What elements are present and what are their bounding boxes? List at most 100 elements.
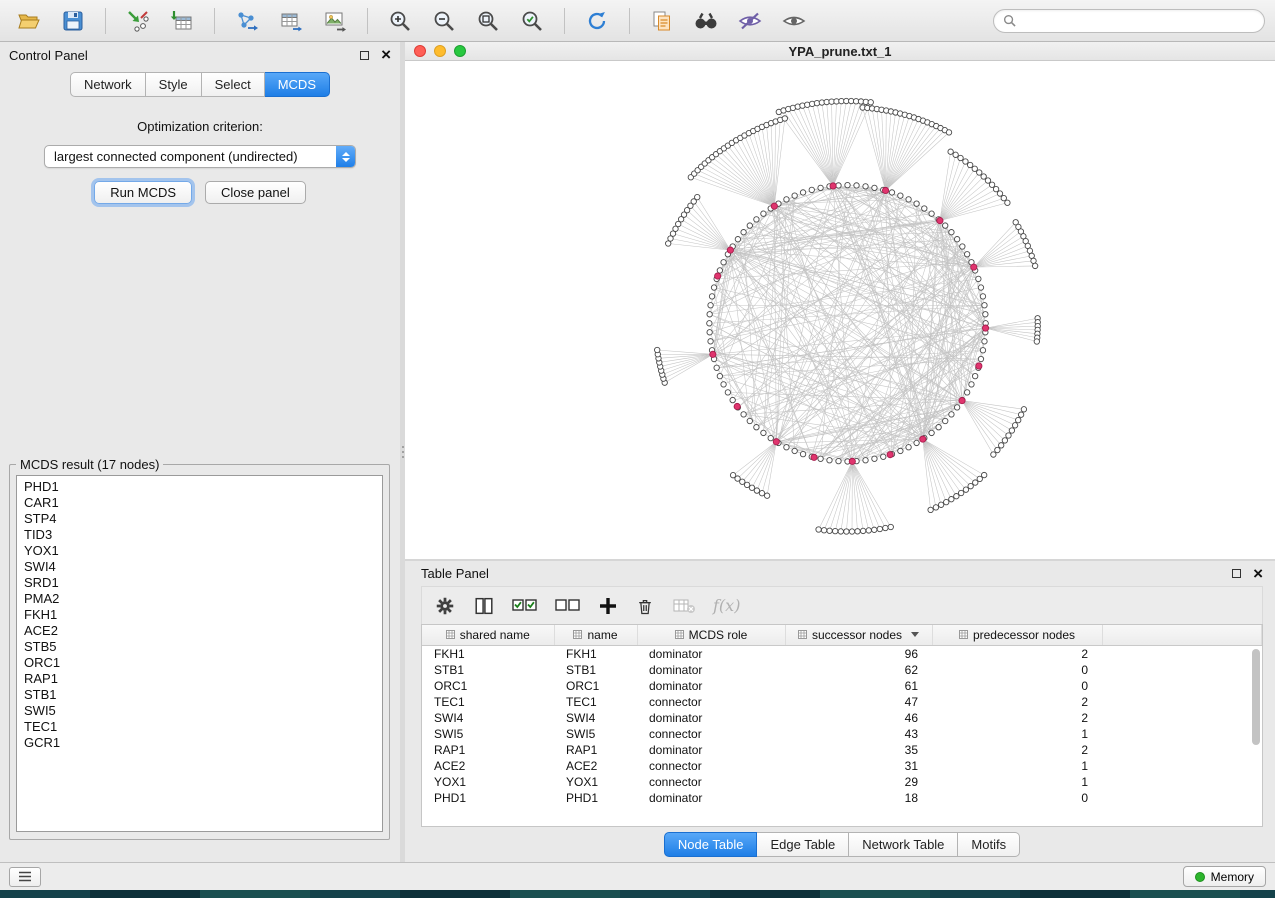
status-bar: Memory	[0, 862, 1275, 890]
column-type-icon	[573, 630, 582, 639]
table-row[interactable]: SWI4SWI4dominator462	[422, 710, 1262, 726]
mcds-result-item[interactable]: ORC1	[17, 655, 382, 671]
minimize-window-button[interactable]	[434, 45, 446, 57]
mcds-result-item[interactable]: TID3	[17, 527, 382, 543]
tab-node-table[interactable]: Node Table	[664, 832, 758, 857]
mcds-panel-content: Optimization criterion: largest connecte…	[0, 105, 400, 453]
mcds-result-item[interactable]: GCR1	[17, 735, 382, 751]
mcds-result-item[interactable]: CAR1	[17, 495, 382, 511]
export-table-button[interactable]	[272, 4, 310, 38]
right-area: YPA_prune.txt_1 Table Panel	[405, 42, 1275, 862]
select-all-rows-button[interactable]	[512, 592, 538, 620]
tab-select[interactable]: Select	[202, 72, 265, 97]
table-row[interactable]: FKH1FKH1dominator962	[422, 645, 1262, 662]
column-header-predecessor-nodes[interactable]: predecessor nodes	[932, 625, 1102, 645]
zoom-out-button[interactable]	[425, 4, 463, 38]
toolbar-separator	[629, 8, 630, 34]
close-panel-icon[interactable]: ×	[381, 49, 391, 61]
run-mcds-button[interactable]: Run MCDS	[94, 181, 192, 204]
deselect-all-rows-button[interactable]	[555, 592, 581, 620]
eye-icon	[782, 9, 806, 33]
mcds-result-item[interactable]: STB1	[17, 687, 382, 703]
table-row[interactable]: SWI5SWI5connector431	[422, 726, 1262, 742]
search-network-button[interactable]	[687, 4, 725, 38]
tab-mcds[interactable]: MCDS	[265, 72, 330, 97]
function-builder-icon[interactable]: f(x)	[713, 596, 740, 615]
control-panel: Control Panel × Network Style Select MCD…	[0, 42, 400, 862]
zoom-fit-button[interactable]	[469, 4, 507, 38]
mcds-result-item[interactable]: TEC1	[17, 719, 382, 735]
toolbar-separator	[105, 8, 106, 34]
mcds-result-item[interactable]: STB5	[17, 639, 382, 655]
tab-edge-table[interactable]: Edge Table	[757, 832, 849, 857]
tab-network[interactable]: Network	[70, 72, 146, 97]
network-graph[interactable]	[405, 61, 1275, 559]
sort-descending-icon[interactable]	[911, 632, 919, 637]
memory-label: Memory	[1211, 870, 1254, 884]
export-image-button[interactable]	[316, 4, 354, 38]
mcds-result-item[interactable]: FKH1	[17, 607, 382, 623]
mcds-result-item[interactable]: SWI5	[17, 703, 382, 719]
mcds-result-item[interactable]: STP4	[17, 511, 382, 527]
table-row[interactable]: YOX1YOX1connector291	[422, 774, 1262, 790]
close-window-button[interactable]	[414, 45, 426, 57]
table-row[interactable]: PHD1PHD1dominator180	[422, 790, 1262, 806]
export-network-button[interactable]	[228, 4, 266, 38]
save-floppy-icon	[61, 9, 85, 33]
mcds-result-item[interactable]: RAP1	[17, 671, 382, 687]
float-panel-icon[interactable]	[360, 51, 369, 60]
memory-status-icon	[1195, 872, 1205, 882]
close-panel-button[interactable]: Close panel	[205, 181, 306, 204]
show-details-button[interactable]	[775, 4, 813, 38]
network-canvas[interactable]	[405, 61, 1275, 559]
mcds-result-item[interactable]: SRD1	[17, 575, 382, 591]
mcds-result-list[interactable]: PHD1CAR1STP4TID3YOX1SWI4SRD1PMA2FKH1ACE2…	[16, 475, 383, 832]
zoom-in-icon	[388, 9, 412, 33]
table-settings-button[interactable]	[434, 592, 456, 620]
maximize-window-button[interactable]	[454, 45, 466, 57]
zoom-selected-button[interactable]	[513, 4, 551, 38]
search-icon	[1003, 14, 1016, 27]
table-row[interactable]: ORC1ORC1dominator610	[422, 678, 1262, 694]
control-panel-header: Control Panel ×	[0, 42, 400, 68]
table-scrollbar-thumb[interactable]	[1252, 649, 1260, 745]
table-row[interactable]: TEC1TEC1connector472	[422, 694, 1262, 710]
status-menu-button[interactable]	[9, 867, 41, 887]
open-session-button[interactable]	[10, 4, 48, 38]
column-header-successor-nodes[interactable]: successor nodes	[785, 625, 932, 645]
float-table-panel-icon[interactable]	[1232, 569, 1241, 578]
column-type-icon	[798, 630, 807, 639]
tab-motifs[interactable]: Motifs	[958, 832, 1020, 857]
mcds-result-item[interactable]: PMA2	[17, 591, 382, 607]
tab-network-table[interactable]: Network Table	[849, 832, 958, 857]
show-columns-button[interactable]	[473, 592, 495, 620]
column-header-name[interactable]: name	[554, 625, 637, 645]
hide-details-button[interactable]	[731, 4, 769, 38]
mcds-result-item[interactable]: YOX1	[17, 543, 382, 559]
mcds-result-item[interactable]: PHD1	[17, 479, 382, 495]
add-column-button[interactable]	[598, 592, 618, 620]
column-header-shared-name[interactable]: shared name	[422, 625, 554, 645]
table-row[interactable]: ACE2ACE2connector311	[422, 758, 1262, 774]
import-table-button[interactable]	[163, 4, 201, 38]
select-stepper-icon	[336, 146, 355, 167]
import-network-button[interactable]	[119, 4, 157, 38]
table-row[interactable]: STB1STB1dominator620	[422, 662, 1262, 678]
mcds-result-item[interactable]: ACE2	[17, 623, 382, 639]
save-session-button[interactable]	[54, 4, 92, 38]
optimization-criterion-label: Optimization criterion:	[0, 119, 400, 134]
close-table-panel-icon[interactable]: ×	[1253, 568, 1263, 580]
copy-document-button[interactable]	[643, 4, 681, 38]
apply-layout-button[interactable]	[578, 4, 616, 38]
column-header-mcds-role[interactable]: MCDS role	[637, 625, 785, 645]
refresh-icon	[585, 9, 609, 33]
optimization-criterion-select[interactable]: largest connected component (undirected)	[44, 145, 356, 168]
delete-table-button[interactable]	[672, 592, 696, 620]
tab-style[interactable]: Style	[146, 72, 202, 97]
zoom-in-button[interactable]	[381, 4, 419, 38]
table-row[interactable]: RAP1RAP1dominator352	[422, 742, 1262, 758]
delete-column-button[interactable]	[635, 592, 655, 620]
memory-button[interactable]: Memory	[1183, 866, 1266, 887]
mcds-result-item[interactable]: SWI4	[17, 559, 382, 575]
search-input[interactable]	[1021, 14, 1255, 28]
